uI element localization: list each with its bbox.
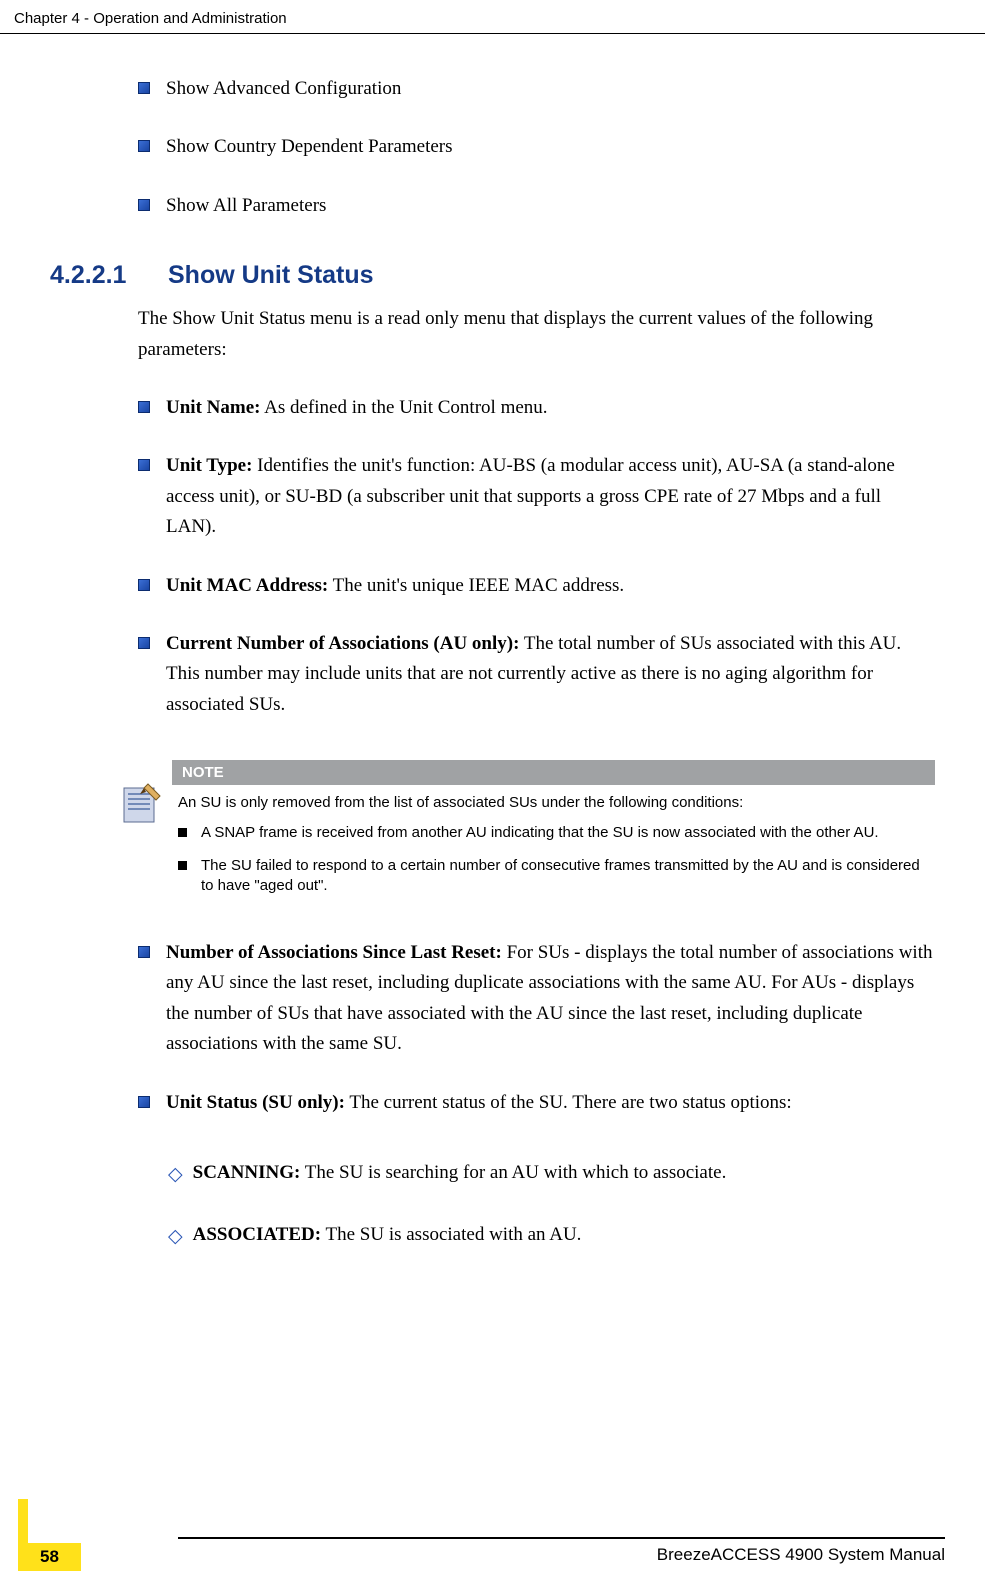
- list-item: The SU failed to respond to a certain nu…: [178, 856, 929, 897]
- bullet-text: SCANNING: The SU is searching for an AU …: [193, 1158, 935, 1188]
- bullet-text: ASSOCIATED: The SU is associated with an…: [193, 1220, 935, 1250]
- item-label: Unit Status (SU only):: [166, 1092, 345, 1113]
- section-title: Show Unit Status: [168, 261, 374, 290]
- bullet-text: Unit Status (SU only): The current statu…: [166, 1088, 935, 1118]
- list-item: Unit Name: As defined in the Unit Contro…: [138, 393, 935, 423]
- bullet-text: Number of Associations Since Last Reset:…: [166, 938, 935, 1060]
- note-body: NOTE An SU is only removed from the list…: [172, 760, 935, 908]
- list-item: ◇ SCANNING: The SU is searching for an A…: [168, 1158, 935, 1190]
- status-options-list: ◇ SCANNING: The SU is searching for an A…: [168, 1158, 935, 1253]
- diamond-bullet-icon: ◇: [168, 1160, 183, 1190]
- square-bullet-icon: [138, 82, 150, 94]
- square-bullet-icon: [138, 199, 150, 211]
- note-callout: NOTE An SU is only removed from the list…: [120, 760, 935, 908]
- item-desc: The current status of the SU. There are …: [345, 1092, 792, 1113]
- item-desc: Identifies the unit's function: AU-BS (a…: [166, 455, 895, 537]
- list-item: Show Country Dependent Parameters: [138, 132, 935, 162]
- item-desc: The unit's unique IEEE MAC address.: [328, 575, 624, 596]
- note-intro: An SU is only removed from the list of a…: [172, 785, 935, 813]
- page-number: 58: [28, 1543, 81, 1571]
- chapter-title: Chapter 4 - Operation and Administration: [14, 10, 287, 27]
- list-item: Number of Associations Since Last Reset:…: [138, 938, 935, 1060]
- list-item: Unit Status (SU only): The current statu…: [138, 1088, 935, 1118]
- item-label: Unit Type:: [166, 455, 252, 476]
- item-desc: The SU is searching for an AU with which…: [300, 1162, 726, 1183]
- page-content: Show Advanced Configuration Show Country…: [0, 34, 985, 1253]
- square-bullet-icon: [138, 637, 150, 649]
- item-label: Unit MAC Address:: [166, 575, 328, 596]
- note-icon: [120, 760, 172, 829]
- bullet-text: Current Number of Associations (AU only)…: [166, 629, 935, 720]
- bullet-text: Unit Name: As defined in the Unit Contro…: [166, 393, 935, 423]
- list-item: Show Advanced Configuration: [138, 74, 935, 104]
- section-heading: 4.2.2.1 Show Unit Status: [50, 261, 935, 290]
- note-bullet-text: The SU failed to respond to a certain nu…: [201, 856, 929, 897]
- list-item: ◇ ASSOCIATED: The SU is associated with …: [168, 1220, 935, 1252]
- square-bullet-icon: [138, 459, 150, 471]
- bullet-text: Show Country Dependent Parameters: [166, 132, 935, 162]
- intro-bullet-list: Show Advanced Configuration Show Country…: [138, 74, 935, 221]
- definition-list-after-note: Number of Associations Since Last Reset:…: [138, 938, 935, 1118]
- list-item: A SNAP frame is received from another AU…: [178, 823, 929, 843]
- square-bullet-icon: [138, 401, 150, 413]
- diamond-bullet-icon: ◇: [168, 1222, 183, 1252]
- footer-manual-title: BreezeACCESS 4900 System Manual: [178, 1537, 945, 1565]
- item-desc: As defined in the Unit Control menu.: [260, 397, 547, 418]
- item-label: SCANNING:: [193, 1162, 301, 1183]
- square-bullet-icon: [138, 946, 150, 958]
- item-desc: The SU is associated with an AU.: [321, 1224, 581, 1245]
- bullet-text: Unit Type: Identifies the unit's functio…: [166, 451, 935, 542]
- square-bullet-icon: [138, 579, 150, 591]
- item-label: Unit Name:: [166, 397, 260, 418]
- section-intro-paragraph: The Show Unit Status menu is a read only…: [138, 304, 935, 365]
- square-bullet-icon: [138, 1096, 150, 1108]
- bullet-text: Unit MAC Address: The unit's unique IEEE…: [166, 571, 935, 601]
- page-header: Chapter 4 - Operation and Administration: [0, 0, 985, 34]
- list-item: Unit Type: Identifies the unit's functio…: [138, 451, 935, 542]
- note-bullet-list: A SNAP frame is received from another AU…: [172, 823, 935, 896]
- square-bullet-icon: [178, 828, 187, 837]
- note-header: NOTE: [172, 760, 935, 785]
- list-item: Current Number of Associations (AU only)…: [138, 629, 935, 720]
- footer-accent-strip: [18, 1499, 28, 1571]
- section-number: 4.2.2.1: [50, 261, 168, 290]
- item-label: Current Number of Associations (AU only)…: [166, 633, 519, 654]
- square-bullet-icon: [138, 140, 150, 152]
- item-label: Number of Associations Since Last Reset:: [166, 942, 502, 963]
- list-item: Unit MAC Address: The unit's unique IEEE…: [138, 571, 935, 601]
- page-footer: BreezeACCESS 4900 System Manual 58: [0, 1537, 985, 1565]
- note-bullet-text: A SNAP frame is received from another AU…: [201, 823, 879, 843]
- bullet-text: Show Advanced Configuration: [166, 74, 935, 104]
- footer-page-box: 58: [18, 1499, 81, 1571]
- bullet-text: Show All Parameters: [166, 191, 935, 221]
- item-label: ASSOCIATED:: [193, 1224, 321, 1245]
- list-item: Show All Parameters: [138, 191, 935, 221]
- square-bullet-icon: [178, 861, 187, 870]
- definition-list-before-note: Unit Name: As defined in the Unit Contro…: [138, 393, 935, 720]
